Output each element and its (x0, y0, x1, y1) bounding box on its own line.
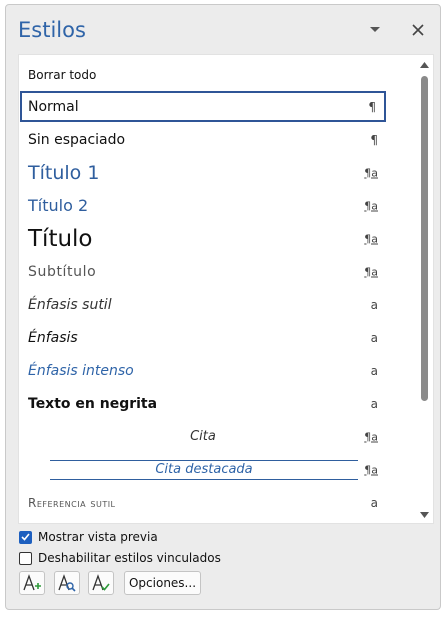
style-item-label: Normal (28, 98, 79, 115)
scrollbar-thumb[interactable] (421, 76, 428, 401)
show-preview-option[interactable]: Mostrar vista previa (19, 529, 158, 545)
linked-style-icon: ¶a (364, 166, 378, 179)
linked-style-icon: ¶a (364, 430, 378, 443)
new-style-icon (23, 574, 41, 591)
show-preview-label: Mostrar vista previa (38, 530, 158, 544)
style-item-normal[interactable]: Normal ¶ (20, 91, 386, 122)
checkmark-icon (21, 533, 30, 541)
style-item-label: Énfasis (28, 329, 78, 346)
manage-styles-icon (92, 574, 110, 591)
pane-options-dropdown[interactable] (367, 24, 383, 36)
paragraph-mark-icon: ¶ (368, 99, 376, 114)
chevron-down-icon (370, 27, 380, 32)
style-item-label: Referencia sutil (28, 495, 116, 510)
style-item-titulo[interactable]: Título ¶a (20, 223, 386, 254)
style-item-label: Texto en negrita (28, 395, 158, 412)
character-style-icon: a (370, 363, 378, 378)
disable-linked-styles-label: Deshabilitar estilos vinculados (38, 551, 221, 565)
style-item-label: Título (28, 225, 93, 252)
style-item-borrar-todo[interactable]: Borrar todo (20, 59, 386, 90)
triangle-up-icon (419, 62, 429, 68)
style-inspector-button[interactable] (54, 571, 80, 595)
options-button[interactable]: Opciones... (124, 571, 201, 595)
linked-style-icon: ¶a (364, 265, 378, 278)
manage-styles-button[interactable] (88, 571, 114, 595)
style-item-label: Cita (190, 429, 216, 444)
style-item-sin-espaciado[interactable]: Sin espaciado ¶ (20, 124, 386, 155)
disable-linked-styles-checkbox[interactable] (19, 551, 32, 565)
style-item-enfasis[interactable]: Énfasis a (20, 322, 386, 353)
style-item-titulo-1[interactable]: Título 1 ¶a (20, 157, 386, 188)
linked-style-icon: ¶a (364, 232, 378, 245)
style-item-label: Título 2 (28, 196, 89, 215)
style-item-label: Énfasis intenso (28, 362, 134, 379)
style-item-label: Énfasis sutil (28, 296, 112, 313)
close-icon (412, 24, 424, 36)
style-item-label: Borrar todo (28, 67, 97, 82)
close-pane-button[interactable] (409, 21, 427, 39)
quote-rule-box: Cita destacada (50, 459, 358, 480)
style-item-label: Cita destacada (155, 462, 253, 477)
character-style-icon: a (370, 297, 378, 312)
style-item-texto-en-negrita[interactable]: Texto en negrita a (20, 388, 386, 419)
styles-list: Borrar todo Normal ¶ Sin espaciado ¶ Tít… (18, 54, 434, 524)
character-style-icon: a (370, 396, 378, 411)
character-style-icon: a (370, 495, 378, 510)
styles-pane: Estilos Borrar todo Normal ¶ Sin espacia… (5, 4, 441, 610)
scroll-down-button[interactable] (417, 509, 431, 521)
style-item-enfasis-intenso[interactable]: Énfasis intenso a (20, 355, 386, 386)
triangle-down-icon (419, 512, 429, 518)
style-item-enfasis-sutil[interactable]: Énfasis sutil a (20, 289, 386, 320)
scroll-up-button[interactable] (417, 59, 431, 71)
show-preview-checkbox[interactable] (19, 530, 32, 544)
disable-linked-styles-option[interactable]: Deshabilitar estilos vinculados (19, 550, 221, 566)
paragraph-mark-icon: ¶ (370, 132, 378, 147)
style-inspector-icon (58, 574, 76, 592)
style-item-label: Título 1 (28, 161, 100, 184)
character-style-icon: a (370, 330, 378, 345)
linked-style-icon: ¶a (364, 463, 378, 476)
linked-style-icon: ¶a (364, 199, 378, 212)
new-style-button[interactable] (19, 571, 45, 595)
style-item-label: Sin espaciado (28, 131, 126, 148)
style-item-referencia-sutil[interactable]: Referencia sutil a (20, 487, 386, 518)
style-item-cita[interactable]: Cita ¶a (20, 421, 386, 452)
style-item-cita-destacada[interactable]: Cita destacada ¶a (20, 454, 386, 485)
style-item-subtitulo[interactable]: Subtítulo ¶a (20, 256, 386, 287)
pane-title: Estilos (18, 18, 86, 42)
style-item-label: Subtítulo (28, 263, 97, 280)
style-item-titulo-2[interactable]: Título 2 ¶a (20, 190, 386, 221)
vertical-scrollbar[interactable] (417, 57, 431, 521)
